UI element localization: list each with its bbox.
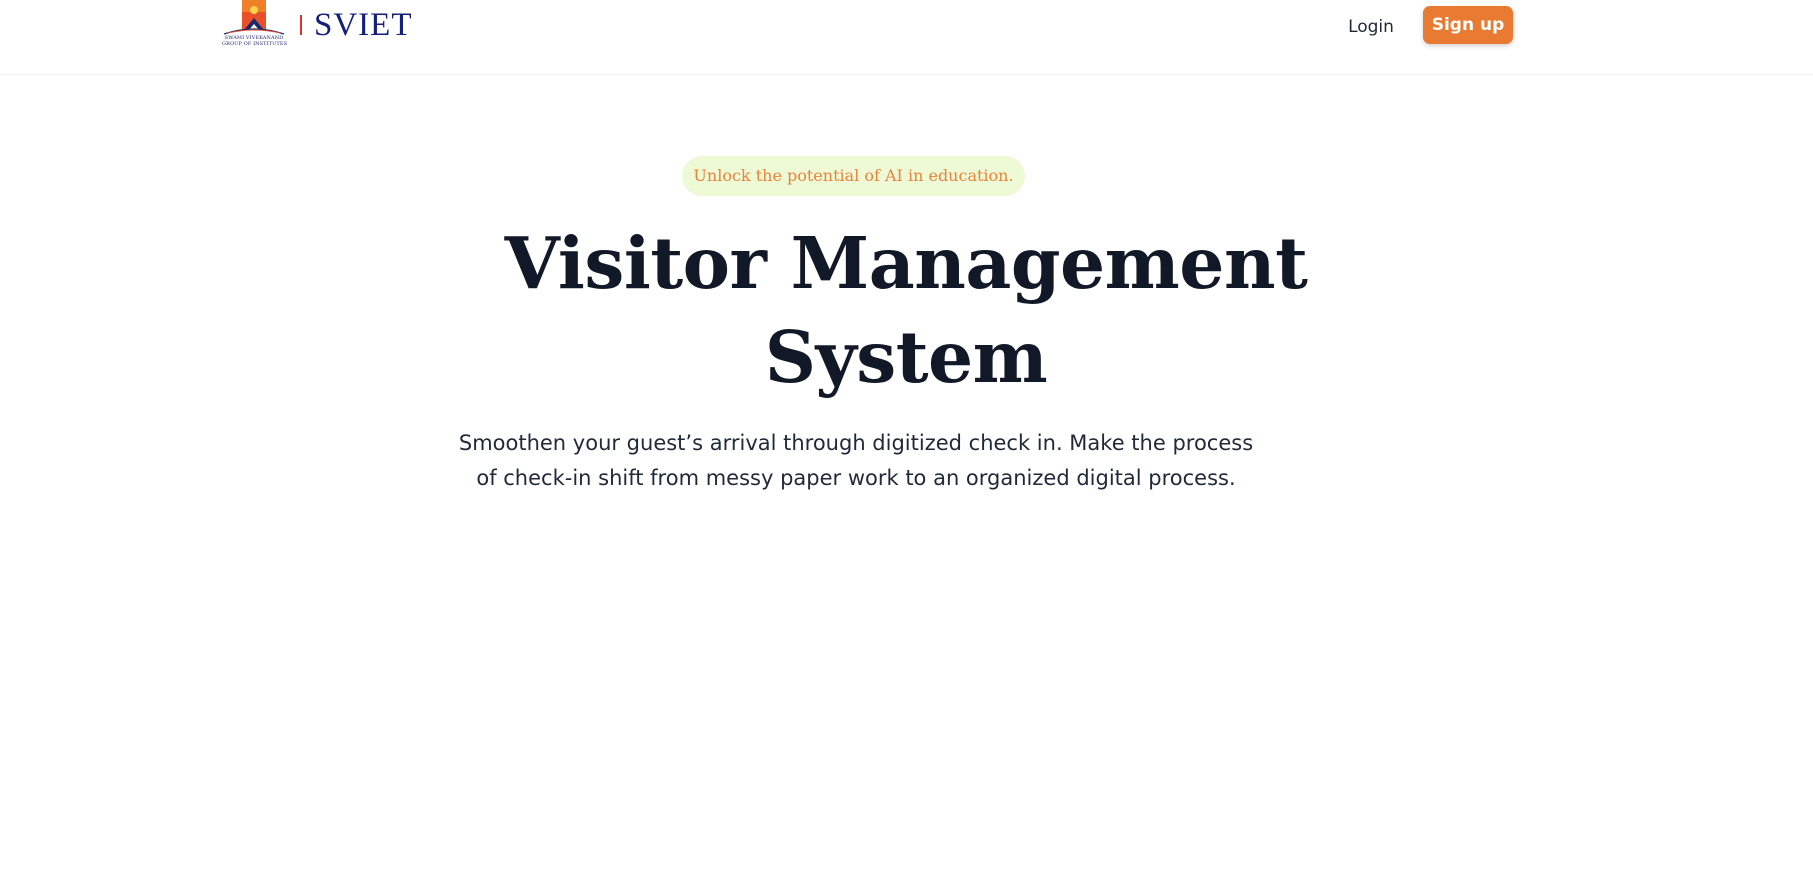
hero-title-line2: System — [764, 315, 1048, 399]
hero-title: Visitor Management System — [406, 216, 1406, 404]
institute-emblem-icon: SWAMI VIVEKANAND GROUP OF INSTITUTES — [222, 0, 288, 52]
login-link[interactable]: Login — [1330, 12, 1412, 42]
hero-badge: Unlock the potential of AI in education. — [682, 156, 1025, 196]
logo-divider — [300, 15, 302, 35]
signup-button[interactable]: Sign up — [1423, 6, 1513, 44]
top-navbar: SWAMI VIVEKANAND GROUP OF INSTITUTES SVI… — [0, 0, 1813, 75]
hero-subtitle: Smoothen your guest’s arrival through di… — [458, 431, 1254, 490]
logo-caption-line2: GROUP OF INSTITUTES — [222, 41, 288, 47]
sviet-logo-link[interactable]: SWAMI VIVEKANAND GROUP OF INSTITUTES SVI… — [222, 0, 413, 52]
hero-title-line1: Visitor Management — [504, 221, 1308, 305]
landing-page: SWAMI VIVEKANAND GROUP OF INSTITUTES SVI… — [0, 0, 1813, 883]
logo-brand-text: SVIET — [314, 7, 413, 43]
logo-caption: SWAMI VIVEKANAND GROUP OF INSTITUTES — [222, 35, 288, 47]
